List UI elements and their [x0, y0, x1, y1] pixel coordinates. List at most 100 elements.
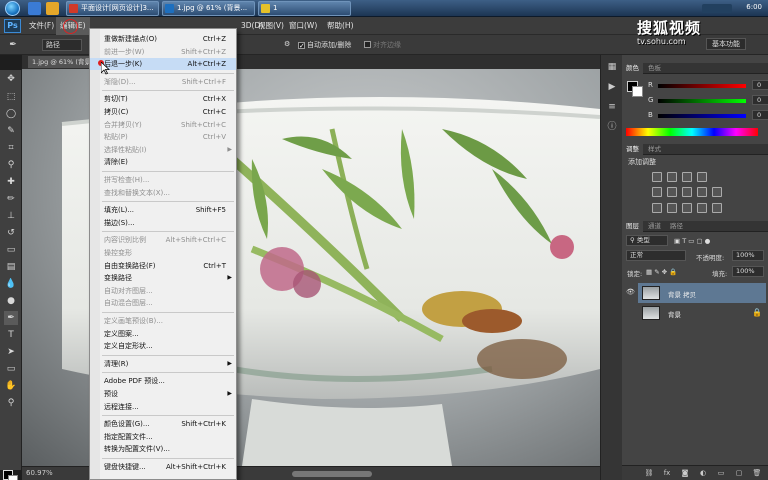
blue-slider[interactable] — [658, 114, 746, 118]
folder-icon[interactable] — [46, 2, 59, 15]
link-icon[interactable]: ⛓ — [644, 469, 654, 478]
edit-menu-item[interactable]: Adobe PDF 预设... — [90, 375, 236, 387]
zoom-tool-icon[interactable]: ⚲ — [4, 396, 18, 410]
shape-tool-icon[interactable]: ▭ — [4, 362, 18, 376]
blue-value-input[interactable]: 0 — [752, 110, 768, 120]
gradient-map-icon[interactable] — [697, 203, 707, 213]
properties-panel-icon[interactable]: ≡ — [606, 101, 618, 113]
mask-icon[interactable]: ◙ — [680, 469, 690, 478]
edit-menu-item[interactable]: 渐隐(D)... Shift+Ctrl+F — [90, 76, 236, 88]
edit-menu-item[interactable]: 预设 ▶ — [90, 388, 236, 400]
threshold-icon[interactable] — [682, 203, 692, 213]
gear-icon[interactable]: ⚙ — [284, 40, 290, 48]
history-brush-icon[interactable]: ↺ — [4, 226, 18, 240]
red-slider[interactable] — [658, 84, 746, 88]
stamp-tool-icon[interactable]: ⊥ — [4, 209, 18, 223]
pen-tool-icon[interactable]: ✒ — [6, 38, 20, 52]
edit-menu-item[interactable]: 拼写检查(H)... — [90, 174, 236, 186]
system-tray[interactable] — [702, 4, 732, 13]
start-button[interactable] — [5, 1, 20, 16]
crop-tool-icon[interactable]: ⌗ — [4, 141, 18, 155]
new-layer-icon[interactable]: ▢ — [734, 469, 744, 478]
edit-menu-item[interactable]: 内容识别比例 Alt+Shift+Ctrl+C — [90, 234, 236, 246]
auto-add-delete-checkbox[interactable] — [298, 42, 305, 49]
edit-menu-item[interactable]: 定义图案... — [90, 328, 236, 340]
green-slider[interactable] — [658, 99, 746, 103]
align-edges-option[interactable]: 对齐边缘 — [364, 40, 401, 50]
dodge-tool-icon[interactable]: ● — [4, 294, 18, 308]
tab-styles[interactable]: 样式 — [644, 144, 665, 155]
edit-menu-item[interactable]: 转换为配置文件(V)... — [90, 443, 236, 455]
pen-tool-icon[interactable]: ✒ — [4, 311, 18, 325]
tab-channels[interactable]: 通道 — [644, 221, 665, 232]
edit-menu-item[interactable]: 查找和替换文本(X)... — [90, 187, 236, 199]
path-select-tool-icon[interactable]: ➤ — [4, 345, 18, 359]
tab-adjustments[interactable]: 调整 — [622, 144, 643, 155]
edit-menu-item[interactable]: 定义画笔预设(B)... — [90, 315, 236, 327]
tab-paths[interactable]: 路径 — [666, 221, 687, 232]
edit-menu-item[interactable]: 重做新建锚点(O) Ctrl+Z — [90, 33, 236, 45]
actions-panel-icon[interactable]: ▶ — [606, 81, 618, 93]
hue-saturation-icon[interactable] — [667, 187, 677, 197]
group-folder-icon[interactable]: ▭ — [716, 469, 726, 478]
exposure-icon[interactable] — [697, 172, 707, 182]
edit-menu-item[interactable]: 定义自定形状... — [90, 340, 236, 352]
color-spectrum[interactable] — [626, 128, 758, 136]
fill-input[interactable]: 100% — [732, 266, 764, 277]
zoom-readout[interactable]: 60.97% — [26, 469, 53, 477]
horizontal-scrollbar[interactable] — [292, 471, 372, 477]
edit-menu-item[interactable]: 填充(L)... Shift+F5 — [90, 204, 236, 216]
document-tab[interactable]: 1.jpg @ 61% (背景... — [28, 56, 98, 68]
taskbar-task-2[interactable]: 1 — [258, 1, 351, 16]
edit-menu-item[interactable]: 清除(E) — [90, 156, 236, 168]
layer-row[interactable]: 👁 背景 拷贝 — [626, 283, 766, 303]
taskbar-task-1[interactable]: 1.jpg @ 61% (背景... — [162, 1, 255, 16]
vibrance-icon[interactable] — [652, 187, 662, 197]
marquee-tool-icon[interactable]: ⬚ — [4, 90, 18, 104]
layer-filter-icons[interactable]: ▣ T ▭ ▢ ● — [674, 237, 710, 245]
posterize-icon[interactable] — [667, 203, 677, 213]
blur-tool-icon[interactable]: 💧 — [4, 277, 18, 291]
edit-menu-item[interactable]: 拷贝(C) Ctrl+C — [90, 106, 236, 118]
align-edges-checkbox[interactable] — [364, 41, 371, 48]
move-tool-icon[interactable]: ✥ — [4, 72, 18, 86]
edit-menu-item[interactable]: 指定配置文件... — [90, 431, 236, 443]
invert-icon[interactable] — [652, 203, 662, 213]
quick-select-tool-icon[interactable]: ✎ — [4, 124, 18, 138]
eye-icon[interactable]: 👁 — [626, 288, 635, 297]
taskbar-task-0[interactable]: 平面设计[网页设计]3... — [66, 1, 159, 16]
layer-row[interactable]: 背景 🔒 — [638, 303, 766, 323]
opacity-input[interactable]: 100% — [732, 250, 764, 261]
edit-menu-item[interactable]: 自动对齐图层... — [90, 285, 236, 297]
brush-tool-icon[interactable]: ✏ — [4, 192, 18, 206]
edit-menu-item[interactable]: 自动混合图层... — [90, 297, 236, 309]
auto-add-delete-option[interactable]: 自动添加/删除 — [298, 40, 351, 50]
menu-window[interactable]: 窗口(W) — [285, 17, 321, 35]
gradient-tool-icon[interactable]: ▤ — [4, 260, 18, 274]
lasso-tool-icon[interactable]: ◯ — [4, 107, 18, 121]
history-panel-icon[interactable]: ▦ — [606, 61, 618, 73]
layer-filter-select[interactable]: ⚲ 类型 — [626, 235, 668, 246]
edit-menu-item[interactable]: 剪切(T) Ctrl+X — [90, 93, 236, 105]
healing-tool-icon[interactable]: ✚ — [4, 175, 18, 189]
edit-menu-item[interactable]: 描边(S)... — [90, 217, 236, 229]
black-white-icon[interactable] — [697, 187, 707, 197]
menu-help[interactable]: 帮助(H) — [323, 17, 358, 35]
curves-icon[interactable] — [682, 172, 692, 182]
adjustment-layer-icon[interactable]: ◐ — [698, 469, 708, 478]
levels-icon[interactable] — [667, 172, 677, 182]
tab-swatches[interactable]: 色板 — [644, 63, 665, 74]
menu-file[interactable]: 文件(F) — [25, 17, 58, 35]
edit-menu-item[interactable]: 粘贴(P) Ctrl+V — [90, 131, 236, 143]
tab-layers[interactable]: 图层 — [622, 221, 643, 232]
hand-tool-icon[interactable]: ✋ — [4, 379, 18, 393]
trash-icon[interactable]: 🗑 — [752, 469, 762, 478]
edit-menu-item[interactable]: 后退一步(K) Alt+Ctrl+Z — [90, 58, 236, 71]
photo-filter-icon[interactable] — [712, 187, 722, 197]
edit-menu-item[interactable]: 颜色设置(G)... Shift+Ctrl+K — [90, 418, 236, 430]
color-panel-background[interactable] — [632, 86, 643, 97]
edit-menu-item[interactable]: 前进一步(W) Shift+Ctrl+Z — [90, 46, 236, 58]
edit-menu-item[interactable]: 变换路径 ▶ — [90, 272, 236, 284]
eraser-tool-icon[interactable]: ▭ — [4, 243, 18, 257]
red-value-input[interactable]: 0 — [752, 80, 768, 90]
